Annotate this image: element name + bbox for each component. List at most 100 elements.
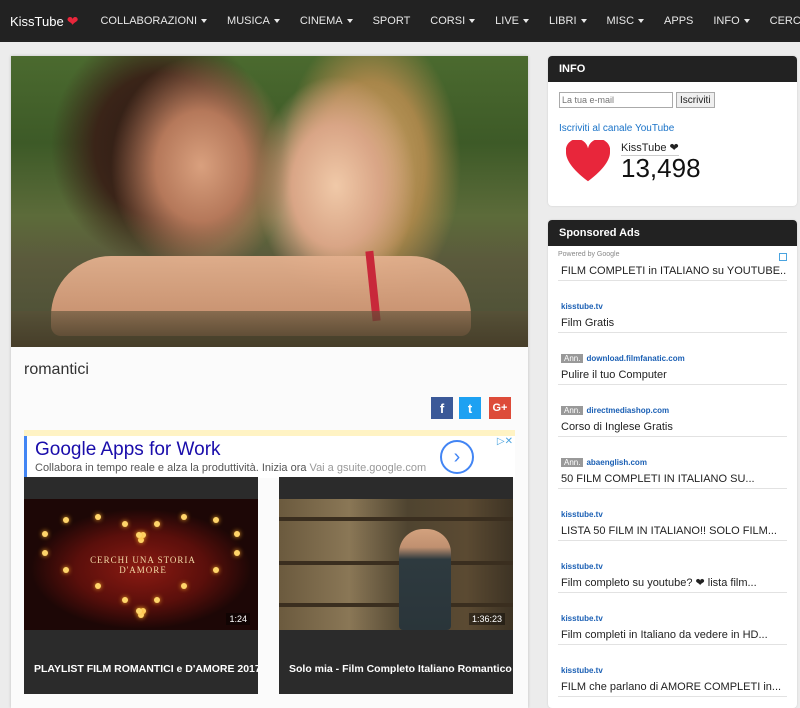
twitter-icon: t <box>467 400 473 416</box>
nav-item-label: LIVE <box>495 15 519 27</box>
caret-down-icon <box>580 19 587 23</box>
candle-light <box>212 517 219 524</box>
caret-down-icon <box>523 19 529 23</box>
chevron-right-icon[interactable]: › <box>440 440 474 474</box>
nav-item-apps[interactable]: APPS <box>654 0 703 42</box>
sponsored-ad-link[interactable]: Film completi in Italiano da vedere in H… <box>558 625 787 645</box>
nav-item-sport[interactable]: SPORT <box>363 0 421 42</box>
ad-host: Vai a gsuite.google.com <box>309 462 427 474</box>
candle-light <box>95 513 102 520</box>
subscriber-count: 13,498 <box>621 153 701 183</box>
google-ad-banner[interactable]: Google Apps for Work Collabora in tempo … <box>24 436 515 478</box>
main-content-card: romantici f t G+ Google Apps for Work Co… <box>11 56 528 708</box>
ads-list: Powered by Google FILM COMPLETI in ITALI… <box>558 251 787 697</box>
sponsored-ads-widget: Sponsored Ads Powered by Google FILM COM… <box>548 220 797 708</box>
nav-item-corsi[interactable]: CORSI <box>420 0 485 42</box>
ad-source[interactable]: Ann. abaenglish.com <box>558 437 787 469</box>
ad-source-host: kisstube.tv <box>561 666 603 675</box>
hero-water-shape <box>11 311 528 347</box>
nav-item-misc[interactable]: MISC <box>597 0 655 42</box>
sponsored-ad-link[interactable]: Film completo su youtube? ❤ lista film..… <box>558 573 787 593</box>
hero-image <box>11 56 528 347</box>
video-duration: 1:24 <box>226 613 250 625</box>
ad-source[interactable]: kisstube.tv <box>558 645 787 677</box>
nav-item-label: COLLABORAZIONI <box>100 15 198 27</box>
youtube-subscribe-link[interactable]: Iscriviti al canale YouTube <box>559 123 674 134</box>
sponsored-ad-link[interactable]: FILM che parlano di AMORE COMPLETI in... <box>558 677 787 697</box>
candle-light <box>234 549 241 556</box>
video-card-solo-mia[interactable]: 1:36:23 Solo mia - Film Completo Italian… <box>279 477 513 694</box>
sponsored-ad-link[interactable]: Corso di Inglese Gratis <box>558 417 787 437</box>
candle-light <box>153 520 160 527</box>
adchoices-icon[interactable]: ▷✕ <box>497 436 513 447</box>
twitter-share-button[interactable]: t <box>459 397 481 419</box>
subscribe-button[interactable]: Iscriviti <box>676 92 715 108</box>
video-thumbnail: CERCHI UNA STORIA D'AMORE <box>24 499 258 630</box>
ad-source-host: directmediashop.com <box>586 406 670 415</box>
top-navbar: KissTube ❤ COLLABORAZIONI MUSICA CINEMA SPO… <box>0 0 800 42</box>
ad-source[interactable]: kisstube.tv <box>558 489 787 521</box>
gplus-share-button[interactable]: G+ <box>489 397 511 419</box>
ad-source-host: kisstube.tv <box>561 302 603 311</box>
brand-logo[interactable]: KissTube ❤ <box>10 13 78 30</box>
nav-item-label: APPS <box>664 15 694 27</box>
candle-light <box>41 531 48 538</box>
powered-by-google: Powered by Google <box>558 251 620 258</box>
ad-source[interactable]: kisstube.tv <box>558 593 787 625</box>
ad-source[interactable]: Ann. download.filmfanatic.com <box>558 333 787 365</box>
video-duration: 1:36:23 <box>468 613 505 625</box>
sponsored-ad-link[interactable]: 50 FILM COMPLETI IN ITALIANO SU... <box>558 469 787 489</box>
candle-light <box>63 517 70 524</box>
candle-light <box>234 531 241 538</box>
brand-name: KissTube <box>10 13 64 29</box>
video-thumbnail <box>279 499 513 630</box>
ad-source[interactable]: kisstube.tv <box>558 541 787 573</box>
sponsored-ad-link[interactable]: FILM COMPLETI in ITALIANO su YOUTUBE... <box>558 261 787 281</box>
nav-item-musica[interactable]: MUSICA <box>217 0 290 42</box>
candle-light <box>95 582 102 589</box>
nav-item-label: MUSICA <box>227 15 270 27</box>
nav-item-label: CERCA <box>769 15 800 27</box>
nav-item-label: MISC <box>606 15 635 27</box>
caret-down-icon <box>743 19 750 23</box>
candle-light <box>138 537 144 543</box>
video-card-playlist[interactable]: CERCHI UNA STORIA D'AMORE 1:24 PLAYLIST … <box>24 477 258 694</box>
nav-item-info[interactable]: INFO <box>703 0 759 42</box>
caret-down-icon <box>201 19 208 23</box>
heart-icon <box>566 140 610 182</box>
nav-item-cinema[interactable]: CINEMA <box>290 0 363 42</box>
candle-light <box>180 513 187 520</box>
candle-light <box>122 520 129 527</box>
candle-light <box>41 549 48 556</box>
nav-item-cerca[interactable]: CERCA <box>760 0 800 42</box>
nav-item-libri[interactable]: LIBRI <box>539 0 597 42</box>
ad-badge: Ann. <box>561 458 584 467</box>
email-input[interactable] <box>559 92 673 108</box>
video-title: Solo mia - Film Completo Italiano Romant… <box>289 663 512 675</box>
ad-source[interactable]: Ann. directmediashop.com <box>558 385 787 417</box>
candle-light <box>212 567 219 574</box>
ad-badge: Ann. <box>561 406 584 415</box>
nav-item-label: CORSI <box>430 15 466 27</box>
thumbnail-person <box>399 529 451 630</box>
ad-title: Google Apps for Work <box>35 439 221 460</box>
nav-item-collaborazioni[interactable]: COLLABORAZIONI <box>90 0 217 42</box>
thumbnail-shelf <box>279 603 513 607</box>
nav-menu: COLLABORAZIONI MUSICA CINEMA SPORT CORSI LIVE… <box>90 0 800 42</box>
ads-heading: Sponsored Ads <box>548 220 797 246</box>
sponsored-ad-link[interactable]: Film Gratis <box>558 313 787 333</box>
caret-down-icon <box>638 19 645 23</box>
caret-down-icon <box>469 19 476 23</box>
nav-item-live[interactable]: LIVE <box>485 0 539 42</box>
thumbnail-shelf <box>279 517 513 521</box>
facebook-share-button[interactable]: f <box>431 397 453 419</box>
page-title: romantici <box>24 361 89 378</box>
ad-source-host: download.filmfanatic.com <box>586 354 685 363</box>
sponsored-ad-link[interactable]: LISTA 50 FILM IN ITALIANO!! SOLO FILM... <box>558 521 787 541</box>
ad-badge: Ann. <box>561 354 584 363</box>
ad-source[interactable]: kisstube.tv <box>558 281 787 313</box>
nav-item-label: SPORT <box>372 15 411 27</box>
caret-down-icon <box>346 19 353 23</box>
nav-item-label: INFO <box>713 15 740 27</box>
sponsored-ad-link[interactable]: Pulire il tuo Computer <box>558 365 787 385</box>
